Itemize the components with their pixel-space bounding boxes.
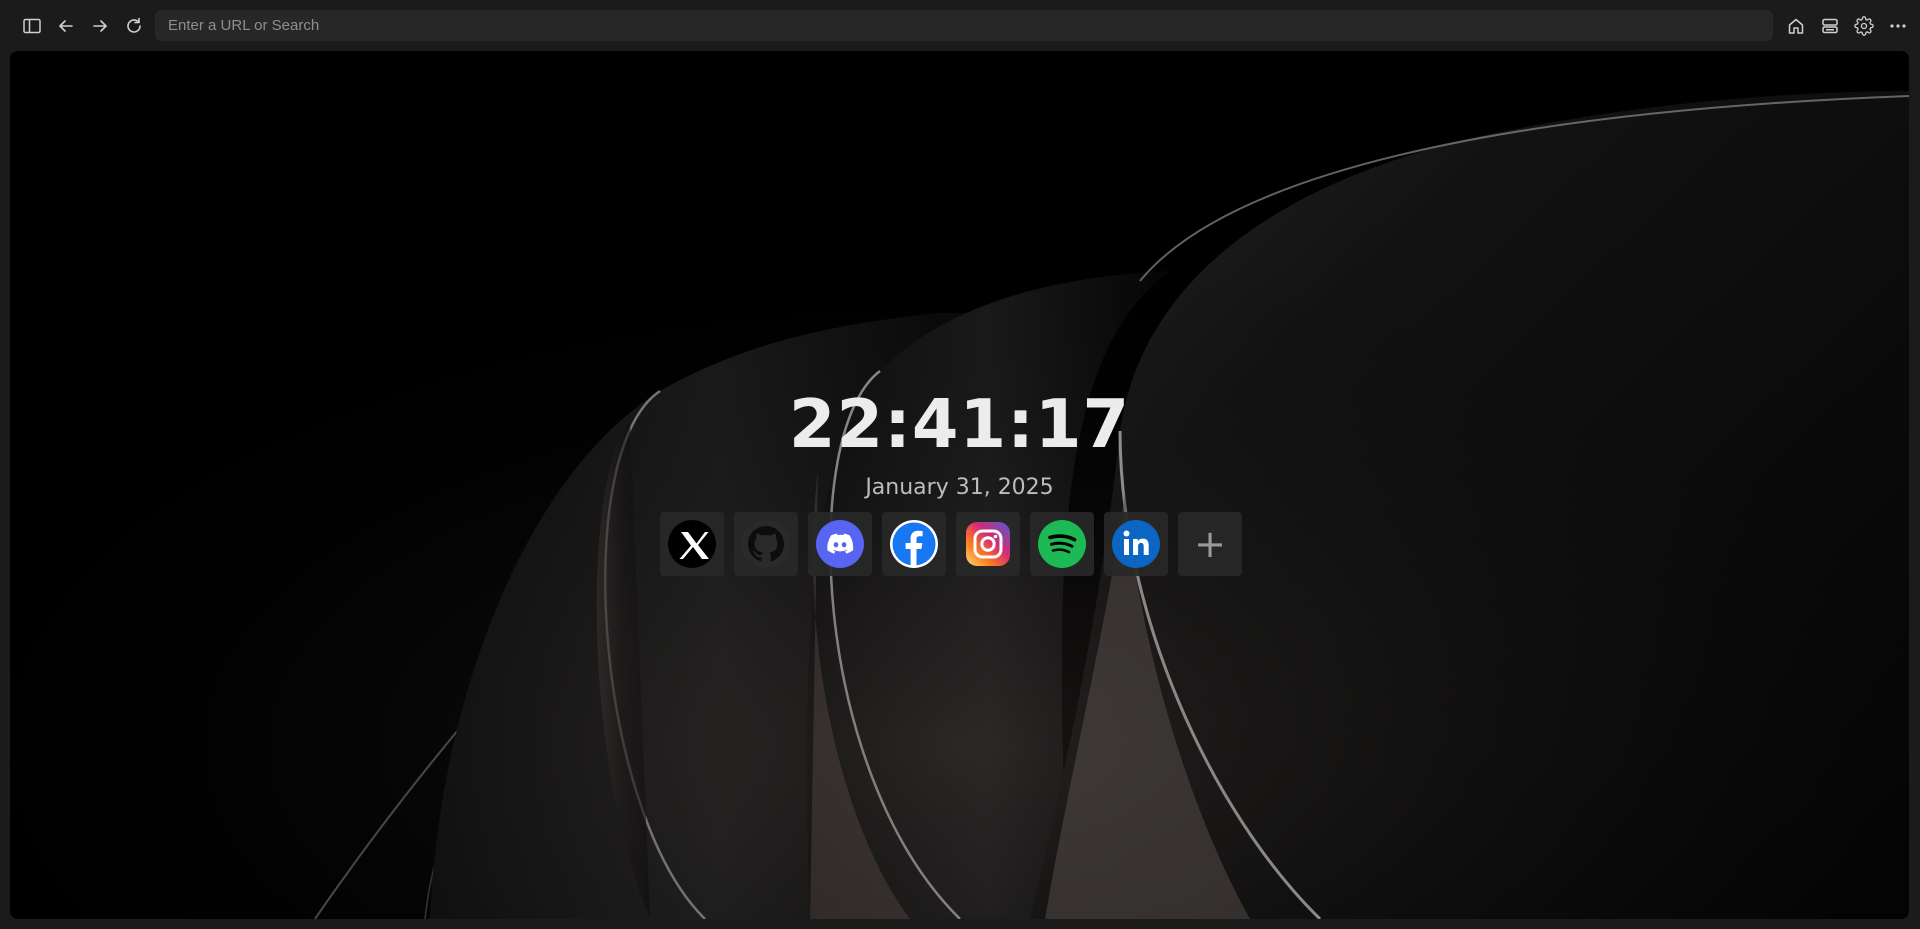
url-bar[interactable] [155, 10, 1773, 41]
add-shortcut-button[interactable]: + [1178, 512, 1242, 576]
settings-icon [1854, 16, 1874, 36]
shortcut-spotify[interactable] [1030, 512, 1094, 576]
home-button[interactable] [1782, 12, 1810, 40]
sidebar-icon [23, 18, 41, 34]
clock-date: January 31, 2025 [865, 475, 1054, 500]
browser-toolbar [0, 0, 1920, 51]
shortcut-discord[interactable] [808, 512, 872, 576]
shortcut-bar: + [660, 512, 1242, 576]
shortcut-facebook[interactable] [882, 512, 946, 576]
url-input[interactable] [166, 16, 1773, 35]
facebook-icon [890, 520, 938, 568]
instagram-icon [966, 522, 1010, 566]
sidebar-toggle-button[interactable] [18, 12, 46, 40]
plus-icon: + [1194, 522, 1226, 566]
home-icon [1788, 18, 1804, 34]
back-button[interactable] [52, 12, 80, 40]
forward-button[interactable] [86, 12, 114, 40]
reload-icon [127, 17, 141, 33]
back-arrow-icon [59, 20, 73, 32]
reload-button[interactable] [120, 12, 148, 40]
spotify-icon [1038, 520, 1086, 568]
shortcut-instagram[interactable] [956, 512, 1020, 576]
more-icon [1890, 24, 1906, 28]
forward-arrow-icon [93, 20, 107, 32]
workspaces-icon [1822, 18, 1838, 34]
more-menu-button[interactable] [1884, 12, 1912, 40]
github-icon [742, 520, 790, 568]
x-icon [668, 520, 716, 568]
discord-icon [816, 520, 864, 568]
linkedin-icon [1112, 520, 1160, 568]
new-tab-page: 22:41:17 January 31, 2025 + [10, 51, 1909, 919]
workspaces-button[interactable] [1816, 12, 1844, 40]
settings-button[interactable] [1850, 12, 1878, 40]
clock-time: 22:41:17 [788, 385, 1131, 463]
shortcut-linkedin[interactable] [1104, 512, 1168, 576]
shortcut-github[interactable] [734, 512, 798, 576]
shortcut-x[interactable] [660, 512, 724, 576]
